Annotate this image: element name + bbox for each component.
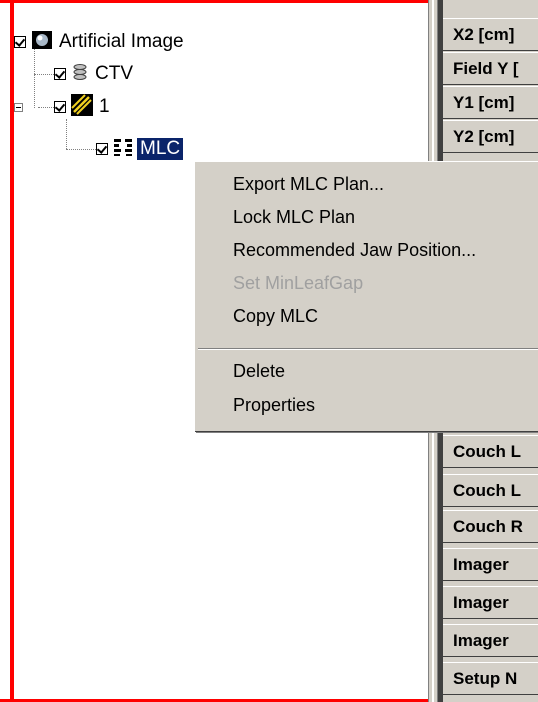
menu-item-export-mlc-plan[interactable]: Export MLC Plan...	[195, 168, 538, 200]
grid-row-label: Y2 [cm]	[453, 126, 515, 146]
collapse-toggle[interactable]	[14, 103, 23, 112]
grid-row-label: Setup N	[453, 668, 518, 688]
menu-item-recommended-jaw-position[interactable]: Recommended Jaw Position...	[195, 234, 538, 266]
grid-row-label: X2 [cm]	[453, 24, 515, 44]
grid-row-header[interactable]: Y2 [cm]	[443, 120, 538, 153]
menu-item-delete[interactable]: Delete	[195, 355, 538, 387]
tree-connector	[34, 74, 54, 75]
menu-item-label: Copy MLC	[233, 305, 319, 326]
tree-connector	[66, 119, 67, 149]
grid-row-label: Y1 [cm]	[453, 92, 515, 112]
grid-row-header[interactable]: Imager	[443, 586, 538, 619]
grid-row-label: Imager	[453, 554, 509, 574]
tree-connector	[66, 149, 96, 150]
menu-item-label: Set MinLeafGap	[233, 272, 364, 293]
grid-row-header[interactable]: Couch R	[443, 510, 538, 543]
tree-node-ctv[interactable]: CTV	[54, 63, 133, 85]
menu-separator	[198, 348, 538, 350]
tree-node-mlc[interactable]: MLC	[96, 137, 184, 162]
tree-node-artificial-image[interactable]: Artificial Image	[14, 30, 184, 55]
tree-node-label: Artificial Image	[59, 31, 184, 52]
menu-item-properties[interactable]: Properties	[195, 389, 538, 421]
grid-row-label: Couch L	[453, 480, 521, 500]
context-menu: Export MLC Plan... Lock MLC Plan Recomme…	[194, 161, 538, 431]
menu-item-label: Delete	[233, 360, 286, 381]
grid-row-label: Imager	[453, 592, 509, 612]
checkbox-ctv[interactable]	[54, 68, 66, 80]
menu-item-lock-mlc-plan[interactable]: Lock MLC Plan	[195, 201, 538, 233]
screenshot-frame: Artificial Image CTV 1 MLC X2 [cm] Field…	[0, 0, 538, 702]
checkbox-beam-1[interactable]	[54, 101, 66, 113]
grid-row-label: Imager	[453, 630, 509, 650]
grid-row-header[interactable]: Imager	[443, 548, 538, 581]
mlc-icon	[113, 137, 133, 162]
menu-item-label: Export MLC Plan...	[233, 173, 385, 194]
menu-item-label: Lock MLC Plan	[233, 206, 356, 227]
menu-item-label: Recommended Jaw Position...	[233, 239, 477, 260]
grid-row-header[interactable]: Couch L	[443, 474, 538, 507]
grid-row-header[interactable]: Couch L	[443, 435, 538, 468]
tree-node-beam-1[interactable]: 1	[54, 93, 110, 121]
beam-icon	[71, 93, 93, 121]
menu-item-label: Properties	[233, 394, 316, 415]
grid-row-header[interactable]: Setup N	[443, 662, 538, 695]
grid-row-label: Couch L	[453, 441, 521, 461]
grid-row-header[interactable]: Y1 [cm]	[443, 86, 538, 119]
grid-row-label: Couch R	[453, 516, 523, 536]
tree-node-label: CTV	[95, 63, 133, 84]
structure-stack-icon	[71, 63, 89, 86]
checkbox-artificial-image[interactable]	[14, 36, 26, 48]
menu-item-set-minleafgap: Set MinLeafGap	[195, 267, 538, 299]
grid-row-header[interactable]: Imager	[443, 624, 538, 657]
artificial-image-icon	[31, 30, 53, 55]
tree-node-label: 1	[99, 96, 110, 117]
tree-node-label: MLC	[137, 138, 184, 160]
checkbox-mlc[interactable]	[96, 143, 108, 155]
grid-row-header[interactable]: Field Y [	[443, 52, 538, 85]
tree-connector	[38, 107, 54, 108]
menu-item-copy-mlc[interactable]: Copy MLC	[195, 300, 538, 332]
grid-row-header[interactable]: X2 [cm]	[443, 18, 538, 51]
grid-row-label: Field Y [	[453, 58, 519, 78]
